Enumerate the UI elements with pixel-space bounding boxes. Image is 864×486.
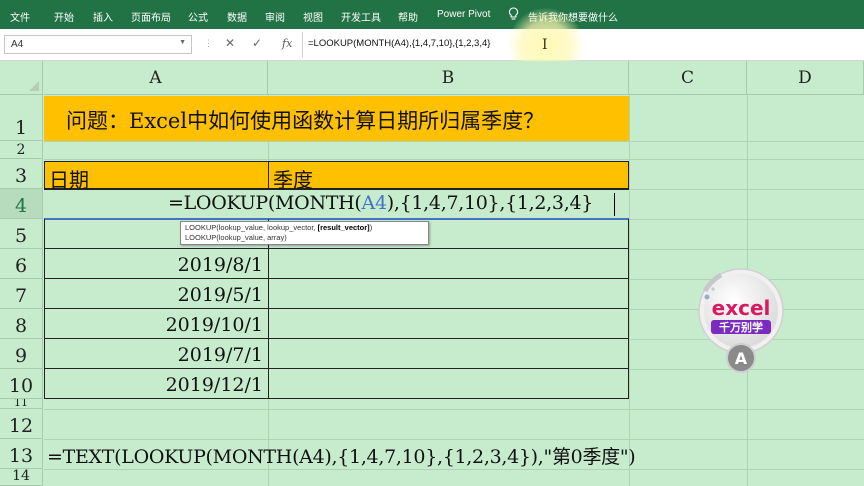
tab-view[interactable]: 视图: [303, 9, 323, 24]
tab-insert[interactable]: 插入: [93, 9, 113, 24]
row-header-12[interactable]: 12: [0, 409, 43, 439]
tab-help[interactable]: 帮助: [398, 9, 418, 24]
row-header-13[interactable]: 13: [0, 439, 43, 469]
tab-power-pivot[interactable]: Power Pivot: [437, 9, 490, 20]
date-cell[interactable]: 2019/12/1: [44, 369, 268, 399]
row-header-4[interactable]: 4: [0, 189, 43, 219]
gridline: [44, 159, 864, 160]
column-header-d[interactable]: D: [747, 61, 864, 95]
row-header-6[interactable]: 6: [0, 249, 43, 279]
ribbon-tabs: 文件 开始 插入 页面布局 公式 数据 审阅 视图 开发工具 帮助 Power …: [0, 0, 864, 29]
row-header-9[interactable]: 9: [0, 339, 43, 369]
row-header-8[interactable]: 8: [0, 309, 43, 339]
quarter-cell[interactable]: [268, 339, 629, 369]
logo-letter: A: [735, 349, 748, 368]
tab-developer[interactable]: 开发工具: [341, 9, 381, 24]
lightbulb-icon: [508, 7, 519, 20]
function-tooltip: LOOKUP(lookup_value, lookup_vector, [res…: [180, 221, 429, 245]
gridline: [629, 189, 864, 190]
sheet-title: 问题：Excel中如何使用函数计算日期所归属季度？: [44, 96, 629, 141]
example-formula-text[interactable]: =TEXT(LOOKUP(MONTH(A4),{1,4,7,10},{1,2,3…: [47, 442, 636, 469]
logo-word: excel: [712, 296, 771, 320]
tooltip-line: LOOKUP(lookup_value, array): [185, 233, 287, 242]
gridline: [44, 141, 864, 142]
formula-input[interactable]: =LOOKUP(MONTH(A4),{1,4,7,10},{1,2,3,4}: [308, 38, 490, 49]
row-header-2[interactable]: 2: [0, 141, 43, 159]
gridline: [629, 249, 864, 250]
tooltip-text: ): [369, 223, 373, 232]
cell-reference: A4: [361, 192, 388, 214]
row-header-7[interactable]: 7: [0, 279, 43, 309]
tab-review[interactable]: 审阅: [265, 9, 285, 24]
gridline: [629, 95, 630, 486]
formula-part: ),{1,4,7,10},{1,2,3,4}: [386, 192, 594, 214]
header-cell-quarter[interactable]: 季度: [268, 161, 629, 192]
chevron-down-icon[interactable]: ▼: [179, 39, 186, 46]
date-cell[interactable]: 2019/5/1: [44, 279, 268, 309]
header-cell-date[interactable]: 日期: [44, 161, 269, 192]
sparkle-icon: [711, 287, 715, 291]
gridline: [44, 439, 864, 440]
row-header-3[interactable]: 3: [0, 159, 43, 189]
channel-logo: excel 千万别学 A: [698, 268, 784, 373]
tooltip-line: LOOKUP(lookup_value, lookup_vector, [res…: [185, 223, 424, 233]
tab-home[interactable]: 开始: [54, 9, 74, 24]
tab-file[interactable]: 文件: [10, 9, 30, 24]
cancel-icon[interactable]: ✕: [225, 36, 235, 50]
row-header-1[interactable]: 1: [0, 95, 43, 141]
row-header-5[interactable]: 5: [0, 219, 43, 249]
select-all-button[interactable]: [0, 61, 43, 95]
date-cell[interactable]: 2019/10/1: [44, 309, 268, 339]
name-box-value: A4: [11, 39, 24, 50]
date-cell[interactable]: 2019/8/1: [44, 249, 268, 279]
quarter-cell[interactable]: [268, 309, 629, 339]
gridline: [44, 469, 864, 470]
formula-bar: A4 ▼ ⋮ ✕ ✓ fx =LOOKUP(MONTH(A4),{1,4,7,10…: [0, 29, 864, 61]
quarter-cell[interactable]: [268, 249, 629, 279]
gridline: [44, 409, 864, 410]
grip-icon: ⋮: [204, 38, 213, 48]
date-cell[interactable]: 2019/7/1: [44, 339, 268, 369]
row-header-11[interactable]: 11: [0, 399, 43, 409]
divider: [302, 32, 303, 58]
name-box[interactable]: A4 ▼: [4, 35, 192, 54]
tooltip-text: LOOKUP(lookup_value, lookup_vector,: [185, 223, 318, 232]
text-caret: [614, 193, 615, 216]
sparkle-icon: [704, 294, 710, 300]
column-header-a[interactable]: A: [44, 61, 268, 95]
enter-check-icon[interactable]: ✓: [252, 36, 262, 50]
column-header-b[interactable]: B: [268, 61, 629, 95]
in-cell-formula[interactable]: =LOOKUP(MONTH(A4),{1,4,7,10},{1,2,3,4}: [168, 192, 593, 214]
row-header-14[interactable]: 14: [0, 469, 43, 486]
formula-part: =LOOKUP(MONTH(: [168, 192, 362, 214]
gridline: [629, 219, 864, 220]
tab-formulas[interactable]: 公式: [188, 9, 208, 24]
tab-page-layout[interactable]: 页面布局: [131, 9, 171, 24]
tooltip-bold-arg: [result_vector]: [317, 223, 370, 232]
quarter-cell[interactable]: [268, 279, 629, 309]
column-header-c[interactable]: C: [629, 61, 747, 95]
row-header-10[interactable]: 10: [0, 369, 43, 399]
text-cursor-icon: I: [542, 37, 548, 53]
logo-slogan: 千万别学: [719, 320, 763, 334]
insert-function-button[interactable]: fx: [282, 37, 292, 50]
tab-data[interactable]: 数据: [227, 9, 247, 24]
quarter-cell[interactable]: [268, 369, 629, 399]
